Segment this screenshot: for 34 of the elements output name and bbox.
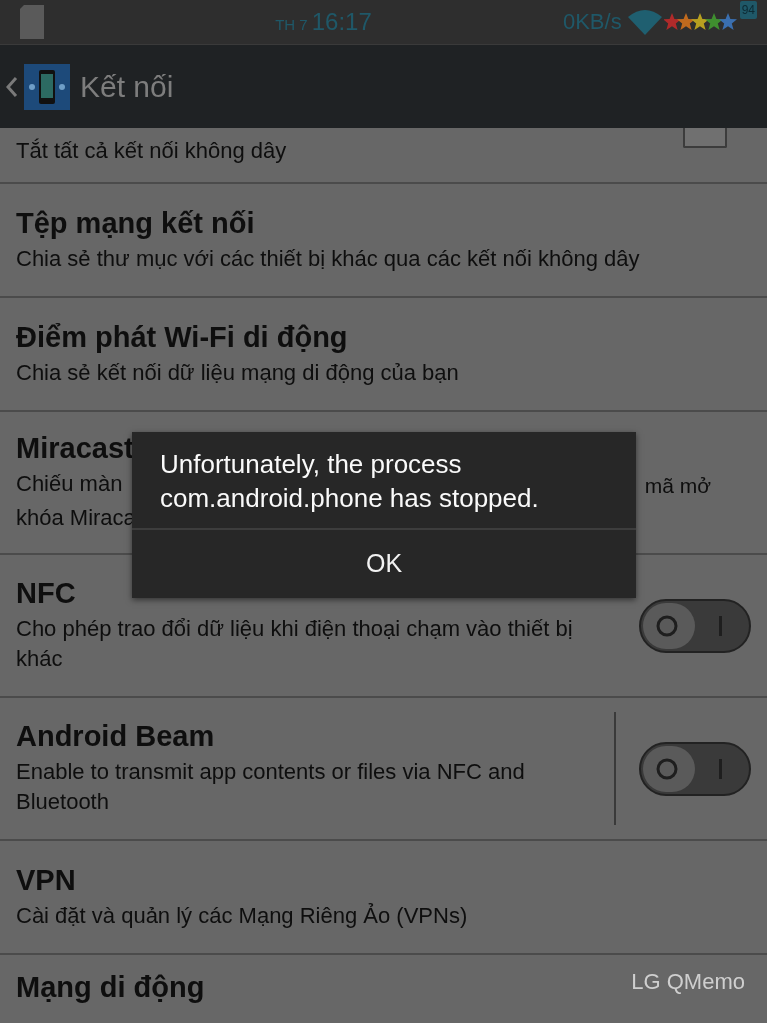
wifi-icon [627, 9, 662, 35]
settings-item[interactable]: VPN Cài đặt và quản lý các Mạng Riêng Ảo (VPNs) [0, 841, 767, 955]
setting-description: Tắt tất cả kết nối không dây [16, 137, 287, 165]
toggle-switch[interactable] [639, 598, 751, 653]
setting-title: Điểm phát Wi-Fi di động [16, 320, 348, 354]
setting-title: Miracast [16, 432, 134, 466]
stars-icon [663, 13, 738, 31]
setting-description: mã mở [644, 473, 711, 499]
setting-title: Mạng di động [16, 971, 205, 1004]
setting-title: Tệp mạng kết nối [16, 206, 255, 240]
setting-title: VPN [16, 863, 76, 897]
settings-item[interactable]: Tắt tất cả kết nối không dây [0, 128, 767, 184]
network-speed: 0KB/s [562, 9, 622, 35]
toggle-switch[interactable] [639, 741, 751, 796]
setting-description: Cài đặt và quản lý các Mạng Riêng Ảo (VPNs) [16, 901, 468, 930]
settings-item[interactable]: Android Beam Enable to transmit app contents or files via NFC and Bluetooth [0, 698, 767, 841]
back-icon [6, 75, 18, 98]
ok-button[interactable]: OK [132, 529, 636, 598]
sd-card-icon [20, 5, 44, 39]
status-time: 16:17 [311, 8, 372, 36]
setting-description: Cho phép trao đổi dữ liệu khi điện thoại chạm vào thiết bị khác [16, 615, 574, 673]
setting-title: Android Beam [16, 720, 215, 754]
checkbox[interactable] [683, 128, 727, 148]
settings-item[interactable]: Tệp mạng kết nối Chia sẻ thư mục với các thiết bị khác qua các kết nối không dây [0, 184, 767, 298]
setting-description: Chiếu màn [16, 470, 123, 499]
setting-description: Chia sẻ kết nối dữ liệu mạng di động của bạn [16, 358, 459, 387]
setting-description: Chia sẻ thư mục với các thiết bị khác qua các kết nối không dây [16, 244, 640, 273]
screen-title: Kết nối [80, 69, 174, 104]
status-day: TH 7 [275, 16, 308, 33]
floating-label: LG QMemo [631, 969, 745, 995]
settings-item[interactable]: Điểm phát Wi-Fi di động Chia sẻ kết nối dữ liệu mạng di động của bạn [0, 298, 767, 412]
phone-icon [24, 63, 70, 110]
setting-title: NFC [16, 577, 76, 611]
setting-description: Enable to transmit app contents or files via NFC and Bluetooth [16, 758, 526, 816]
